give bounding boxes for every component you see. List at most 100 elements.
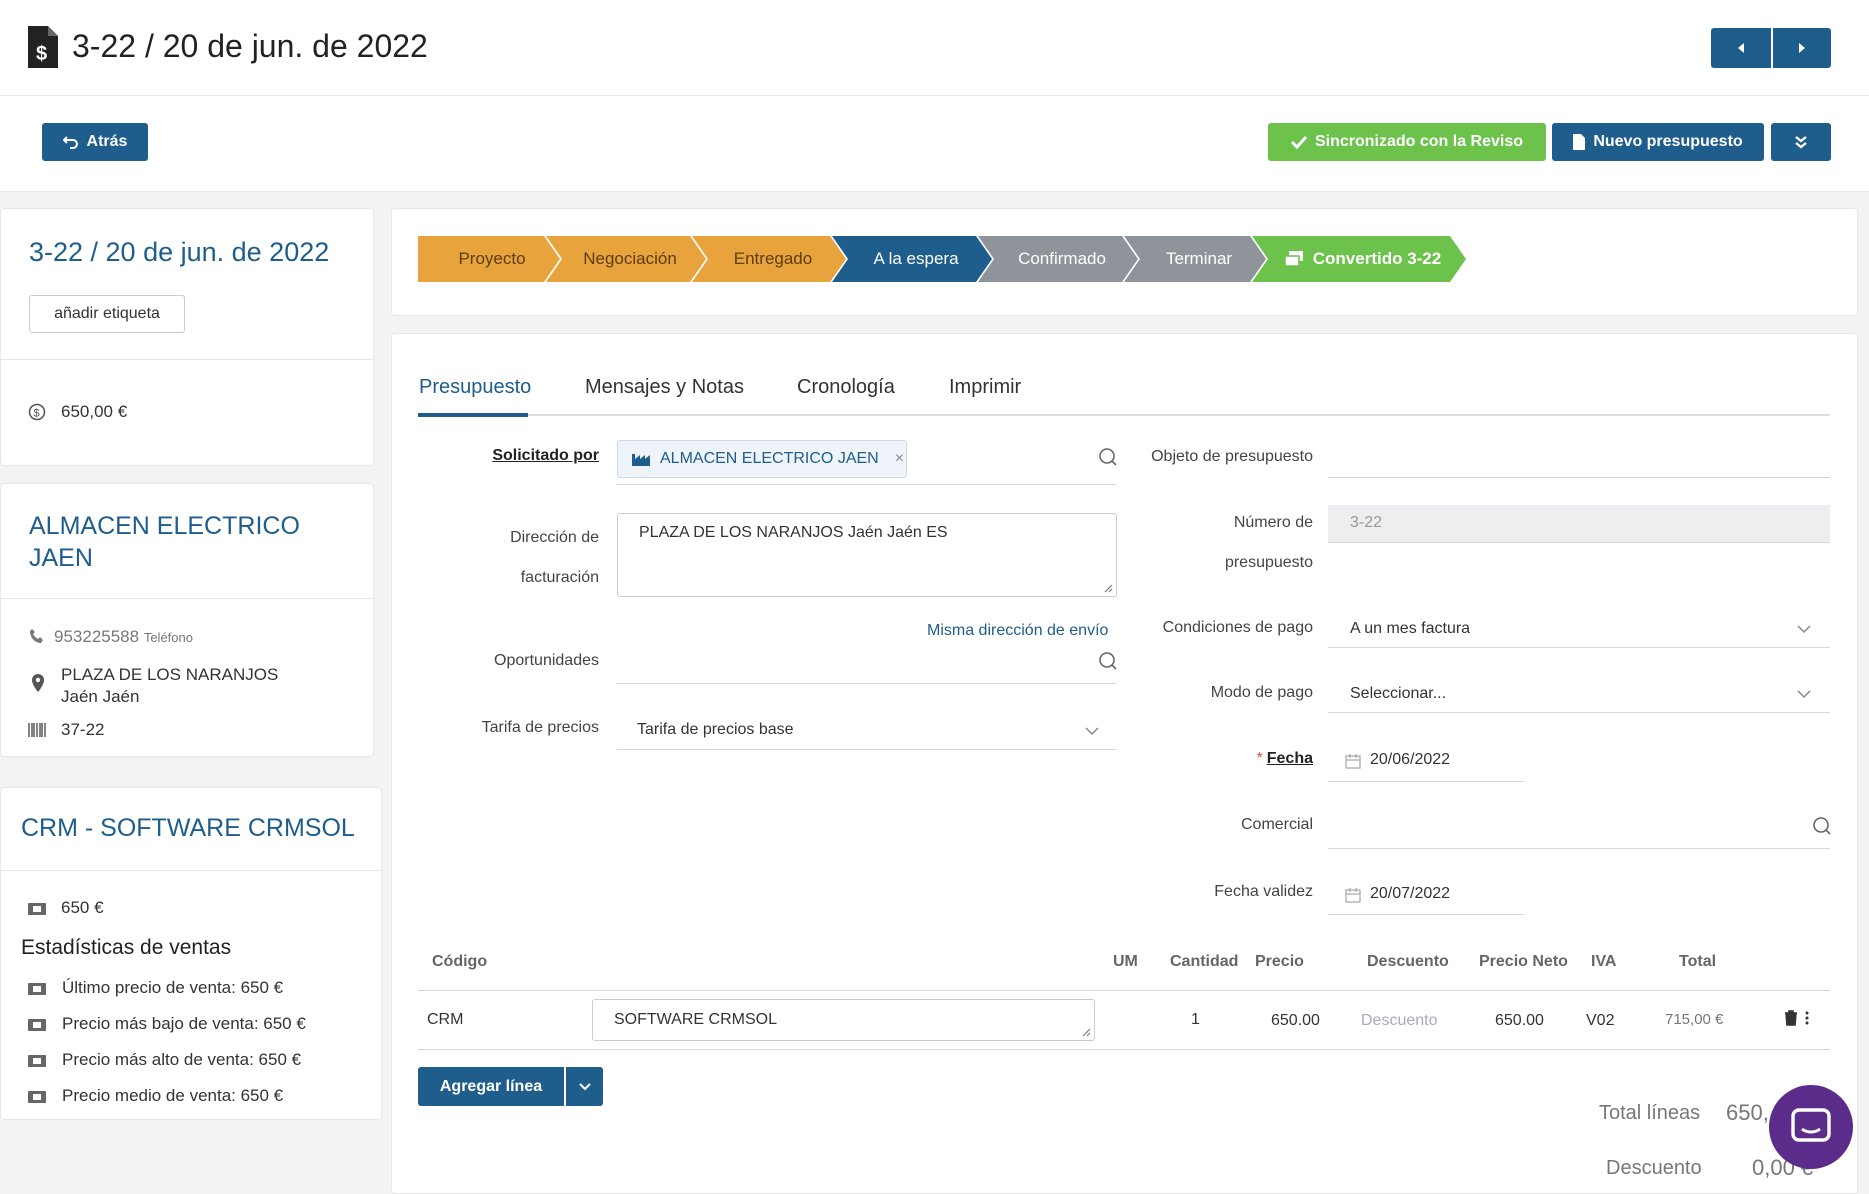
col-total: Total [1679,953,1717,970]
ticket-icon [28,983,46,995]
pipeline-stages: Proyecto Negociación Entregado A la espe… [418,236,1452,282]
customer-name[interactable]: ALMACEN ELECTRICO JAEN [29,510,300,574]
tab-imprimir[interactable]: Imprimir [949,376,1021,399]
requested-by-label[interactable]: Solicitado por [492,447,599,465]
barcode-icon [28,723,46,737]
validity-date-input[interactable]: 20/07/2022 [1370,885,1450,903]
col-descuento: Descuento [1367,953,1449,970]
col-cantidad: Cantidad [1170,953,1239,970]
next-record-button[interactable] [1773,28,1831,68]
summary-title: 3-22 / 20 de jun. de 2022 [29,237,330,267]
col-precio: Precio [1255,953,1304,970]
discount-total-label: Descuento [1606,1157,1702,1179]
table-row: CRM SOFTWARE CRMSOL 1 650.00 Descuento 6… [418,991,1830,1049]
chat-icon [1791,1108,1831,1142]
sync-status-button[interactable]: Sincronizado con la Reviso [1268,123,1546,161]
quote-object-label: Objeto de presupuesto [1151,448,1313,465]
col-iva: IVA [1591,953,1617,970]
price-list-underline [617,749,1117,750]
chevron-down-icon [578,1082,591,1090]
svg-text:$: $ [36,43,47,65]
requested-by-underline [617,484,1117,485]
customer-address: PLAZA DE LOS NARANJOS Jaén Jaén [61,665,279,706]
line-code[interactable]: CRM [427,1011,463,1029]
product-card: CRM - SOFTWARE CRMSOL 650 € Estadísticas… [0,787,383,1120]
same-shipping-address-link[interactable]: Misma dirección de envío [927,622,1108,640]
add-tag-button[interactable]: añadir etiqueta [29,295,185,333]
dollar-circle-icon: $ [28,403,46,421]
summary-card: 3-22 / 20 de jun. de 2022 añadir etiquet… [0,208,375,466]
stage-proyecto[interactable]: Proyecto [418,236,560,282]
price-list-label: Tarifa de precios [481,719,599,736]
stat-lowest-price: Precio más bajo de venta: 650 € [62,1014,306,1033]
calendar-icon [1345,887,1361,903]
col-codigo: Código [432,953,488,970]
sales-rep-search-icon[interactable] [1812,816,1832,836]
line-quantity-input[interactable]: 1 [1191,1011,1200,1029]
line-discount-input[interactable]: Descuento [1361,1012,1438,1030]
stage-convertido[interactable]: Convertido 3-22 [1252,236,1466,282]
quote-number-input[interactable]: 3-22 [1328,505,1830,543]
divider [1,598,375,599]
add-line-label: Agregar línea [439,1077,543,1095]
requested-by-chip[interactable]: ALMACEN ELECTRICO JAEN × [617,440,907,478]
price-list-select[interactable]: Tarifa de precios base [637,721,794,739]
col-precio-neto: Precio Neto [1479,953,1568,970]
quote-number-label: Número de presupuesto [1224,514,1313,571]
payment-mode-select[interactable]: Seleccionar... [1350,685,1446,703]
factory-icon [632,454,650,466]
opportunities-search-icon[interactable] [1098,651,1118,671]
add-line-dropdown-button[interactable] [566,1067,603,1106]
col-um: UM [1113,953,1138,970]
product-title[interactable]: CRM - SOFTWARE CRMSOL [21,814,355,843]
search-icon[interactable] [1098,447,1118,467]
sales-rep-input[interactable] [1328,848,1830,849]
stage-terminar[interactable]: Terminar [1124,236,1266,282]
line-description-textarea[interactable]: SOFTWARE CRMSOL [592,999,1095,1041]
payment-mode-underline [1328,712,1830,713]
line-price-input[interactable]: 650.00 [1271,1012,1320,1030]
add-line-button[interactable]: Agregar línea [418,1067,564,1106]
tabs-underline [418,414,1830,416]
tab-presupuesto[interactable]: Presupuesto [419,376,531,399]
payment-terms-select[interactable]: A un mes factura [1350,620,1470,638]
date-input[interactable]: 20/06/2022 [1370,751,1450,769]
stat-highest-price: Precio más alto de venta: 650 € [62,1050,302,1069]
map-marker-icon [31,674,45,692]
stage-entregado[interactable]: Entregado [692,236,846,282]
more-actions-button[interactable] [1771,123,1831,161]
remove-chip-icon[interactable]: × [895,450,904,468]
chevron-down-icon [1797,625,1811,634]
previous-record-button[interactable] [1711,28,1771,68]
sales-stats-heading: Estadísticas de ventas [21,936,232,959]
new-quote-button[interactable]: Nuevo presupuesto [1552,123,1764,161]
kebab-menu-icon[interactable] [1805,1011,1809,1025]
sync-status-label: Sincronizado con la Reviso [1314,133,1524,150]
tab-cronologia[interactable]: Cronología [797,376,895,399]
trash-icon[interactable] [1784,1010,1798,1026]
stage-negociacion[interactable]: Negociación [546,236,706,282]
validity-date-underline [1328,914,1524,915]
stat-average-price: Precio medio de venta: 650 € [62,1086,284,1105]
product-price: 650 € [61,898,104,917]
chat-widget-button[interactable] [1769,1085,1853,1169]
billing-address-textarea[interactable]: PLAZA DE LOS NARANJOS Jaén Jaén ES [617,513,1117,597]
new-quote-label: Nuevo presupuesto [1593,133,1743,150]
file-icon [1573,134,1586,150]
back-button-label: Atrás [86,133,128,150]
line-vat[interactable]: V02 [1586,1012,1614,1030]
undo-icon [62,136,78,149]
opportunities-underline[interactable] [617,683,1117,684]
stage-confirmado[interactable]: Confirmado [978,236,1138,282]
quote-object-input[interactable] [1328,477,1830,478]
ticket-icon [28,1091,46,1103]
chevron-down-icon [1797,690,1811,699]
total-lines-value: 650, [1726,1100,1769,1125]
action-toolbar: Atrás Sincronizado con la Reviso Nuevo p… [0,96,1869,192]
date-label[interactable]: * Fecha [1257,750,1313,768]
requested-by-value: ALMACEN ELECTRICO JAEN [660,450,879,467]
stage-a-la-espera[interactable]: A la espera [832,236,992,282]
back-button[interactable]: Atrás [42,123,148,161]
tab-mensajes-y-notas[interactable]: Mensajes y Notas [585,376,744,399]
payment-mode-label: Modo de pago [1210,684,1313,701]
